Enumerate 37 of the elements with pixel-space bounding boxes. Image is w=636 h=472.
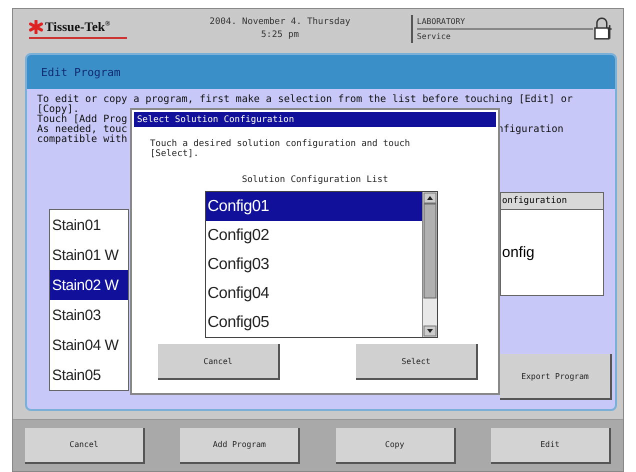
column-header: onfiguration [501,193,603,210]
dialog-button[interactable]: Select [356,344,478,380]
table-cell-text: onfig [501,243,536,263]
program-list-item[interactable]: Stain04 W [50,330,128,360]
instruction-text: To edit or copy a program, first make a selection from the list before touching [Edit] or [37,95,573,105]
program-list-item[interactable]: Stain03 [50,300,128,330]
export-program-button[interactable]: Export Program [500,354,612,400]
program-list-item[interactable]: Stain02 W [50,270,128,300]
action-button[interactable]: Cancel [25,428,145,464]
configuration-list-item[interactable]: Config05 [206,308,422,337]
date-text: 2004. November 4. Thursday [210,16,350,29]
padlock-icon [593,17,613,41]
instruction-text: As needed, touc [37,125,128,135]
action-button[interactable]: Copy [336,428,456,464]
dialog-title: Select Solution Configuration [134,112,496,127]
configuration-list-item[interactable]: Config04 [206,279,422,308]
instruction-text: [Copy]. [37,105,80,115]
facility-label: LABORATORY [416,15,594,30]
user-label: Service [416,31,452,43]
panel-title: Edit Program [27,55,615,89]
logo: Tissue-Tek$^{®}$ [29,19,128,39]
program-list-item[interactable]: Stain01 [50,210,128,240]
configuration-list-item[interactable]: Config03 [206,250,422,279]
program-list-item[interactable]: Stain05 [50,360,128,390]
instruction-text: compatible with [37,135,128,145]
dialog-button[interactable]: Cancel [158,344,280,380]
configuration-list-item[interactable]: Config01 [206,192,422,221]
time-text: 5:25 pm [261,29,299,42]
dialog-message: Touch a desired solution configuration and touch [Select]. [150,139,412,159]
instruction-text: Touch [Add Prog [37,115,128,125]
instruction-text: nfiguration [497,125,564,135]
action-button[interactable]: Edit [490,428,611,464]
action-button[interactable]: Add Program [180,428,300,464]
program-list-item[interactable]: Stain01 W [50,240,128,270]
asterisk-logo-icon [29,20,43,34]
configuration-list-item[interactable]: Config02 [206,221,422,250]
list-label: Solution Configuration List [242,175,388,185]
